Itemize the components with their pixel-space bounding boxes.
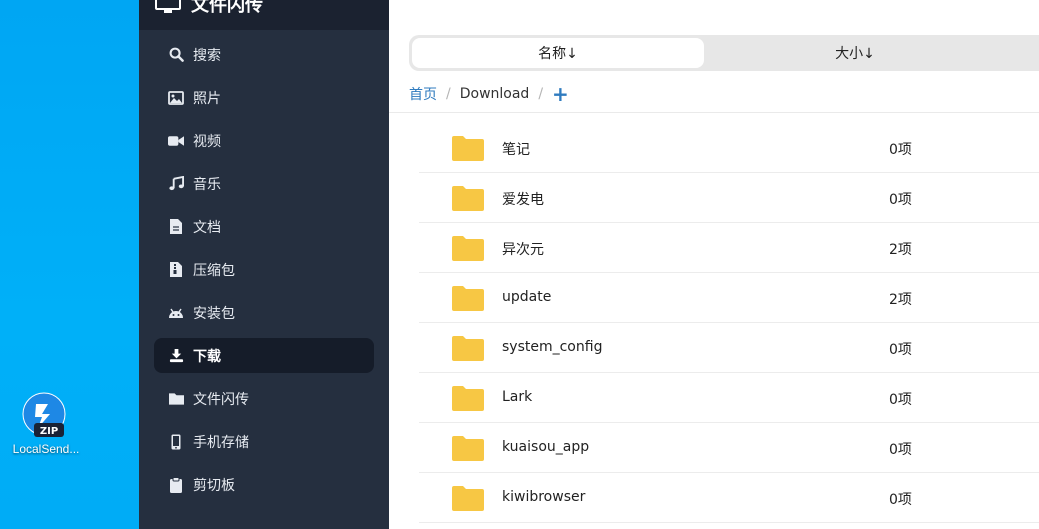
android-icon [168,305,184,321]
folder-icon [452,485,484,511]
sidebar-item-file-transfer[interactable]: 文件闪传 [154,381,374,416]
item-count: 2项 [889,292,912,308]
document-icon [168,219,184,235]
file-name: kiwibrowser [502,489,586,505]
file-row[interactable]: 笔记 0项 [419,123,1039,173]
sidebar-item-label: 照片 [193,90,221,107]
sidebar-item-search[interactable]: 搜索 [154,37,374,72]
sidebar-item-phone-storage[interactable]: 手机存储 [154,424,374,459]
file-row[interactable]: 爱发电 0项 [419,173,1039,223]
breadcrumb: 首页 / Download / + [409,84,569,104]
breadcrumb-current[interactable]: Download [460,86,530,102]
file-name: system_config [502,339,603,355]
divider [389,112,1039,113]
sidebar-item-clipboard[interactable]: 剪切板 [154,467,374,502]
app-title: 文件闪传 [191,0,263,16]
breadcrumb-home-link[interactable]: 首页 [409,84,437,104]
item-count: 0项 [889,492,912,508]
item-count: 0项 [889,442,912,458]
folder-icon [452,285,484,311]
file-row[interactable]: update 2项 [419,273,1039,323]
folder-icon [452,335,484,361]
sidebar: 文件闪传 搜索 照片 视频 音乐 文档 压缩包 安装包 下载 文件闪传 手机存储… [139,0,389,529]
sidebar-header: 文件闪传 [139,0,389,30]
brand: 文件闪传 [155,0,263,17]
search-icon [168,47,184,63]
sidebar-item-label: 剪切板 [193,477,235,494]
sidebar-item-label: 视频 [193,133,221,150]
sort-by-size-tab[interactable]: 大小↓ [705,38,1005,68]
folder-icon [452,435,484,461]
file-name: 笔记 [502,142,530,158]
clipboard-icon [168,476,184,493]
add-folder-button[interactable]: + [552,84,569,104]
localsend-zip-icon: ZIP [22,392,70,440]
file-row[interactable]: kuaisou_app 0项 [419,423,1039,473]
item-count: 0项 [889,342,912,358]
sidebar-item-label: 音乐 [193,176,221,193]
archive-icon [168,262,184,278]
main-panel: 名称↓ 大小↓ 首页 / Download / + 笔记 0项 爱发电 0项 异… [389,0,1039,529]
download-icon [168,348,184,364]
sidebar-item-documents[interactable]: 文档 [154,209,374,244]
sidebar-item-label: 文档 [193,219,221,236]
file-row[interactable]: system_config 0项 [419,323,1039,373]
localsend-desktop-shortcut[interactable]: ZIP LocalSend... [6,392,86,456]
file-row[interactable]: Lark 0项 [419,373,1039,423]
breadcrumb-separator: / [538,86,544,102]
sidebar-item-label: 手机存储 [193,434,249,451]
sidebar-item-label: 文件闪传 [193,391,249,408]
file-name: kuaisou_app [502,439,590,455]
folder-icon [452,135,484,161]
breadcrumb-separator: / [446,86,451,102]
item-count: 0项 [889,392,912,408]
sidebar-item-photos[interactable]: 照片 [154,80,374,115]
zip-badge-text: ZIP [40,426,58,437]
file-name: 异次元 [502,242,544,258]
sidebar-item-music[interactable]: 音乐 [154,166,374,201]
desktop-background: ZIP LocalSend... [0,0,139,529]
file-row[interactable]: 异次元 2项 [419,223,1039,273]
file-row[interactable]: kiwibrowser 0项 [419,473,1039,523]
sidebar-item-label: 安装包 [193,305,235,322]
music-icon [168,176,184,192]
image-icon [168,90,184,106]
sidebar-item-label: 搜索 [193,47,221,64]
sidebar-item-archives[interactable]: 压缩包 [154,252,374,287]
video-icon [168,133,184,149]
folder-icon [452,385,484,411]
item-count: 0项 [889,192,912,208]
item-count: 0项 [889,142,912,158]
file-name: 爱发电 [502,192,544,208]
phone-icon [168,434,184,450]
desktop-icon-label: LocalSend... [12,442,80,456]
sort-by-name-tab[interactable]: 名称↓ [412,38,704,68]
item-count: 2项 [889,242,912,258]
monitor-icon [155,0,181,13]
file-name: update [502,289,552,305]
file-list: 笔记 0项 爱发电 0项 异次元 2项 update 2项 system_con… [419,123,1039,523]
sidebar-item-label: 下载 [193,348,221,365]
sidebar-nav: 搜索 照片 视频 音乐 文档 压缩包 安装包 下载 文件闪传 手机存储 剪切板 [154,37,374,510]
sidebar-item-apks[interactable]: 安装包 [154,295,374,330]
sort-toggle: 名称↓ 大小↓ [409,35,1039,71]
sidebar-item-downloads[interactable]: 下载 [154,338,374,373]
folder-icon [452,185,484,211]
sidebar-item-video[interactable]: 视频 [154,123,374,158]
folder-icon [168,391,184,407]
sidebar-item-label: 压缩包 [193,262,235,279]
file-name: Lark [502,389,533,405]
folder-icon [452,235,484,261]
